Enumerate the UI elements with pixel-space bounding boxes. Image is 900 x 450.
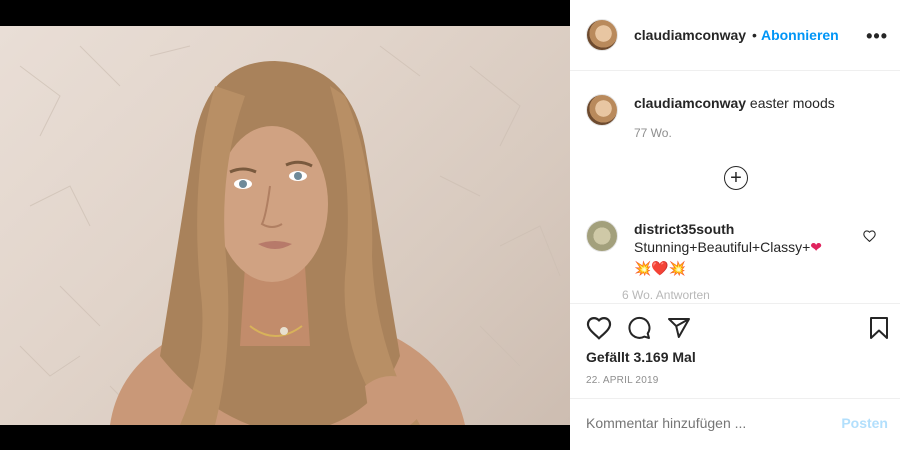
caption-username[interactable]: claudiamconway: [634, 95, 746, 111]
comment-input[interactable]: [586, 415, 816, 431]
comment-emoji-line: 💥❤️💥: [634, 260, 687, 276]
comment-row: district35south Stunning+Beautiful+Classy…: [586, 220, 822, 277]
caption-message: easter moods: [746, 95, 835, 111]
comment-username[interactable]: district35south: [634, 221, 734, 237]
bookmark-icon[interactable]: [868, 316, 890, 340]
comment-like-heart-icon[interactable]: [863, 230, 876, 242]
comments-section: claudiamconway easter moods 77 Wo. + dis…: [570, 72, 900, 302]
comment-text: district35south Stunning+Beautiful+Classy…: [634, 220, 822, 256]
author-username[interactable]: claudiamconway: [634, 27, 746, 43]
add-comment-bar: Posten: [570, 398, 900, 450]
plus-circle-icon[interactable]: +: [724, 166, 748, 190]
heart-icon[interactable]: [586, 316, 612, 340]
follow-button[interactable]: Abonnieren: [761, 27, 839, 43]
portrait-illustration: [19, 45, 561, 425]
post-date[interactable]: 22. APRIL 2019: [586, 375, 658, 386]
share-icon[interactable]: [666, 316, 692, 340]
post-comment-button[interactable]: Posten: [841, 415, 888, 431]
comment-body: district35south Stunning+Beautiful+Classy…: [634, 220, 822, 277]
commenter-avatar[interactable]: [586, 220, 618, 252]
like-count[interactable]: Gefällt 3.169 Mal: [586, 349, 696, 365]
comment-message: Stunning+Beautiful+Classy+: [634, 239, 811, 255]
comment-icon[interactable]: [626, 316, 652, 340]
instagram-post-view: claudiamconway • Abonnieren ••• claudiam…: [0, 0, 900, 450]
action-bar: Gefällt 3.169 Mal 22. APRIL 2019: [570, 303, 900, 386]
caption-row: claudiamconway easter moods 77 Wo.: [586, 94, 835, 140]
caption-time[interactable]: 77 Wo.: [634, 126, 835, 140]
action-icons: [586, 316, 692, 340]
caption-text: claudiamconway easter moods: [634, 94, 835, 112]
author-avatar[interactable]: [586, 19, 618, 51]
media-area: [0, 0, 570, 450]
caption-avatar[interactable]: [586, 94, 618, 126]
caption-body: claudiamconway easter moods 77 Wo.: [634, 94, 835, 140]
red-heart-emoji: ❤: [810, 239, 823, 255]
more-icon[interactable]: •••: [866, 26, 888, 47]
post-header: claudiamconway • Abonnieren •••: [570, 0, 900, 71]
post-photo[interactable]: [0, 26, 570, 425]
comment-meta-faded: 6 Wo. Antworten: [622, 288, 710, 302]
post-side-panel: claudiamconway • Abonnieren ••• claudiam…: [570, 0, 900, 450]
header-separator: •: [752, 27, 757, 43]
